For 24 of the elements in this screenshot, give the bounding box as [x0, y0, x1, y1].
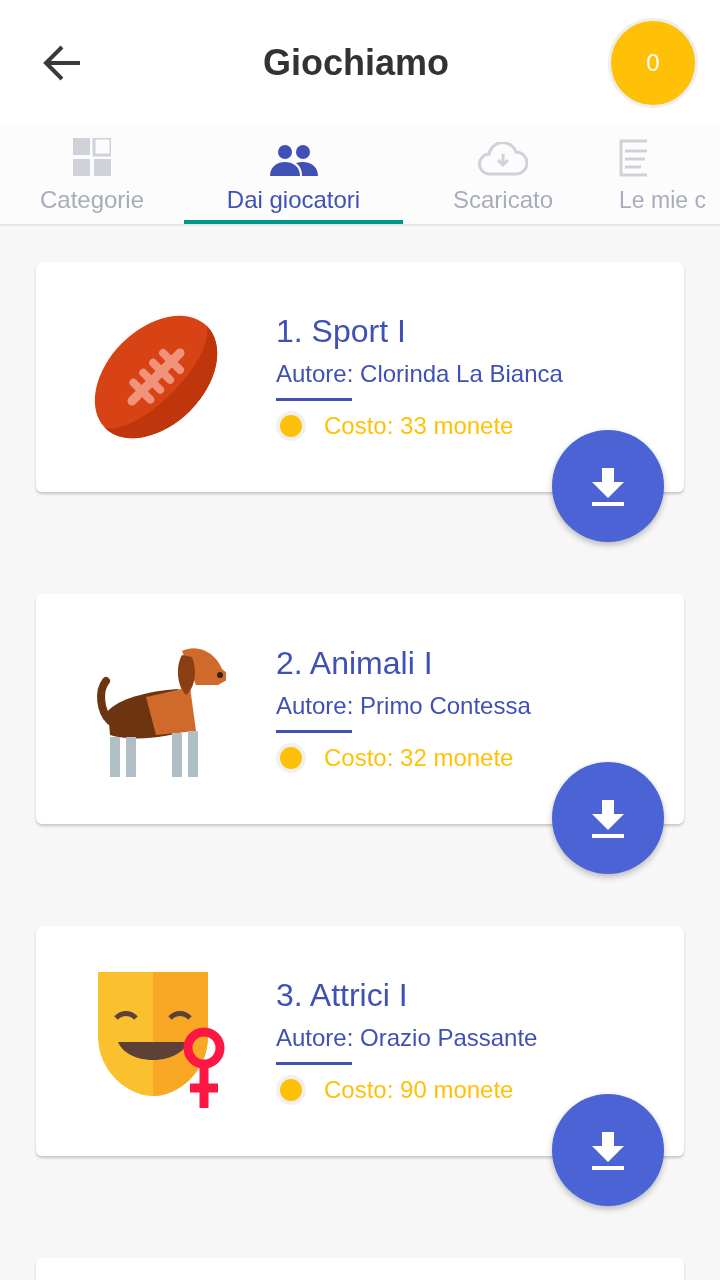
cost-text: Costo: 32 monete — [324, 744, 514, 772]
game-title: 2. Animali I — [276, 645, 434, 682]
cost-text: Costo: 90 monete — [324, 1076, 514, 1104]
cost-text: Costo: 33 monete — [324, 412, 514, 440]
coin-icon — [276, 411, 306, 441]
game-card[interactable]: 3. Attrici I Autore: Orazio Passante Costo: 90 monete — [36, 926, 684, 1156]
download-button[interactable] — [552, 1094, 664, 1206]
cloud-download-icon — [478, 142, 528, 176]
grid-icon — [73, 138, 111, 176]
people-icon — [269, 144, 318, 176]
coin-icon — [276, 743, 306, 773]
list-icon — [619, 139, 647, 177]
coin-icon — [276, 1075, 306, 1105]
page-title: Giochiamo — [262, 42, 450, 84]
game-title: 3. Attrici I — [276, 977, 409, 1014]
game-card[interactable]: 1. Sport I Autore: Clorinda La Bianca Costo: 33 monete — [36, 262, 684, 492]
tab[interactable]: Dai giocatori — [184, 126, 403, 224]
download-button[interactable] — [552, 430, 664, 542]
author-text: Autore: Clorinda La Bianca — [276, 360, 563, 388]
game-card[interactable]: 2. Animali I Autore: Primo Contessa Costo: 32 monete — [36, 594, 684, 824]
author-text: Autore: Orazio Passante — [276, 1024, 538, 1052]
author-text: Autore: Primo Contessa — [276, 692, 531, 720]
download-button[interactable] — [552, 762, 664, 874]
game-title: 1. Sport I — [276, 313, 407, 350]
